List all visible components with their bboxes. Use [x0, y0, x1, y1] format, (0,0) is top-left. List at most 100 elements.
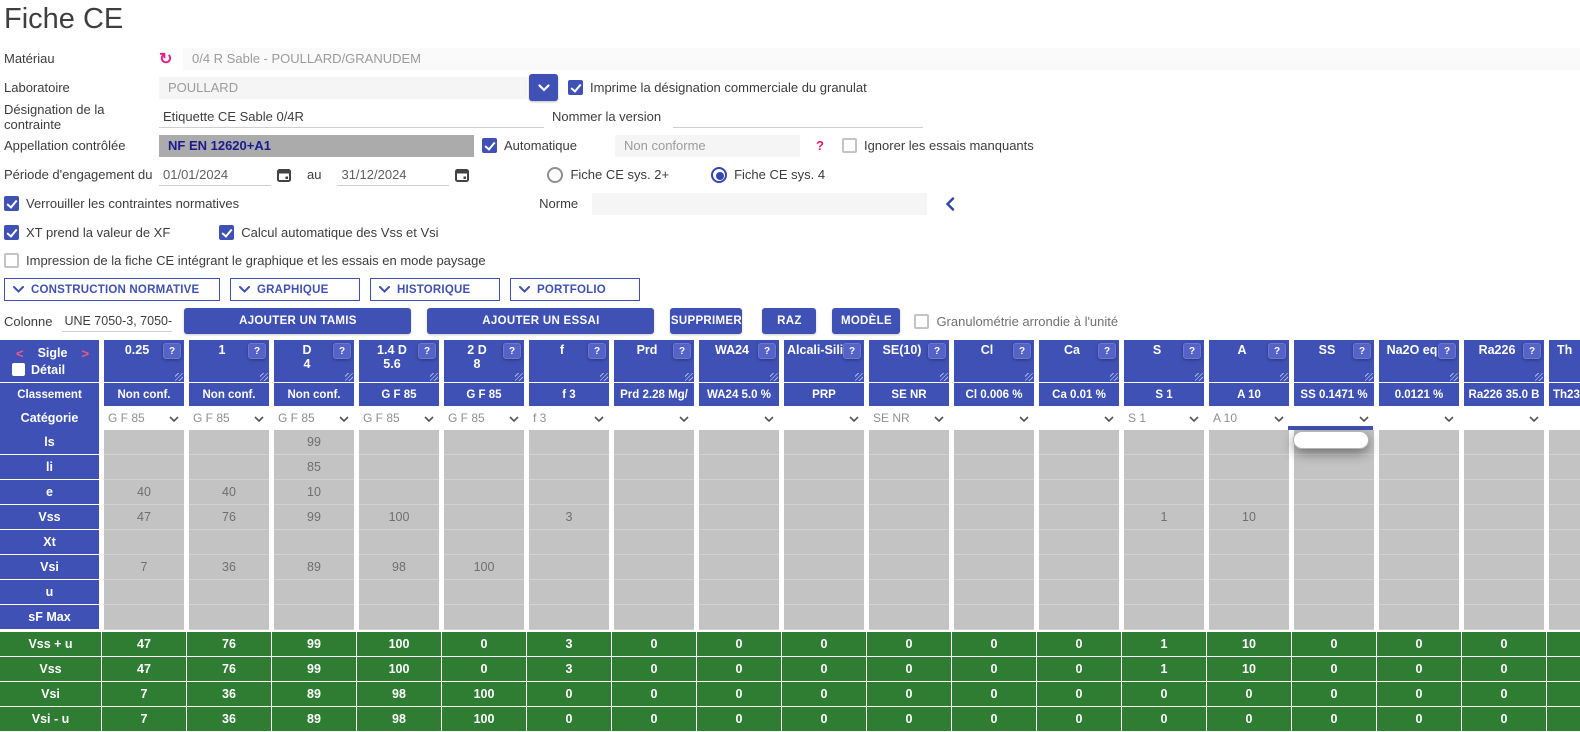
column-help-button[interactable]: ?	[1523, 343, 1541, 359]
categorie-select[interactable]: G F 85	[189, 406, 269, 430]
resize-handle-icon[interactable]	[600, 373, 608, 381]
laboratoire-field[interactable]: POULLARD	[159, 77, 527, 99]
categorie-select[interactable]: G F 85	[444, 406, 524, 430]
value-cell[interactable]	[869, 505, 949, 530]
value-cell[interactable]	[1464, 455, 1544, 480]
appellation-field[interactable]: NF EN 12620+A1	[159, 135, 474, 157]
value-cell[interactable]	[359, 430, 439, 455]
value-cell[interactable]: 47	[104, 505, 184, 530]
value-cell[interactable]	[1379, 480, 1459, 505]
value-cell[interactable]	[359, 580, 439, 605]
value-cell[interactable]	[189, 430, 269, 455]
value-cell[interactable]	[104, 430, 184, 455]
value-cell[interactable]: 1	[1124, 505, 1204, 530]
value-cell[interactable]	[954, 480, 1034, 505]
column-help-button[interactable]: ?	[673, 343, 691, 359]
value-cell[interactable]: 99	[274, 505, 354, 530]
value-cell[interactable]	[1549, 505, 1580, 530]
value-cell[interactable]	[529, 455, 609, 480]
resize-handle-icon[interactable]	[1110, 373, 1118, 381]
value-cell[interactable]	[614, 480, 694, 505]
value-cell[interactable]	[699, 605, 779, 630]
resize-handle-icon[interactable]	[1195, 373, 1203, 381]
value-cell[interactable]	[359, 455, 439, 480]
value-cell[interactable]	[1209, 580, 1289, 605]
granulometrie-arrondie-checkbox[interactable]	[914, 314, 929, 329]
raz-button[interactable]: RAZ	[762, 308, 816, 334]
column-help-button[interactable]: ?	[163, 343, 181, 359]
value-cell[interactable]	[529, 605, 609, 630]
categorie-select[interactable]: G F 85	[274, 406, 354, 430]
value-cell[interactable]	[954, 555, 1034, 580]
value-cell[interactable]	[189, 455, 269, 480]
resize-handle-icon[interactable]	[515, 373, 523, 381]
value-cell[interactable]	[1039, 530, 1119, 555]
value-cell[interactable]	[784, 480, 864, 505]
value-cell[interactable]	[784, 605, 864, 630]
categorie-select[interactable]: G F 85	[104, 406, 184, 430]
categorie-select[interactable]	[1464, 406, 1544, 430]
value-cell[interactable]	[1124, 480, 1204, 505]
categorie-select[interactable]	[1039, 406, 1119, 430]
portfolio-button[interactable]: PORTFOLIO	[510, 278, 640, 301]
resize-handle-icon[interactable]	[685, 373, 693, 381]
impression-checkbox[interactable]	[4, 253, 19, 268]
value-cell[interactable]	[1294, 580, 1374, 605]
value-cell[interactable]	[1209, 605, 1289, 630]
value-cell[interactable]	[699, 480, 779, 505]
value-cell[interactable]	[529, 530, 609, 555]
value-cell[interactable]	[699, 455, 779, 480]
categorie-select[interactable]: G F 85	[359, 406, 439, 430]
calendar-icon[interactable]	[277, 168, 291, 182]
fiche-sys4-radio[interactable]	[711, 167, 727, 183]
value-cell[interactable]	[529, 480, 609, 505]
calendar-icon[interactable]	[455, 168, 469, 182]
value-cell[interactable]	[869, 455, 949, 480]
value-cell[interactable]	[1209, 430, 1289, 455]
value-cell[interactable]: 40	[104, 480, 184, 505]
value-cell[interactable]	[1209, 555, 1289, 580]
value-cell[interactable]	[784, 505, 864, 530]
categorie-select[interactable]: f 3	[529, 406, 609, 430]
value-cell[interactable]	[954, 605, 1034, 630]
categorie-select[interactable]	[699, 406, 779, 430]
laboratoire-dropdown-button[interactable]	[529, 74, 558, 101]
value-cell[interactable]	[1549, 430, 1580, 455]
ignorer-essais-checkbox[interactable]	[842, 138, 857, 153]
column-help-button[interactable]: ?	[843, 343, 861, 359]
column-help-button[interactable]: ?	[418, 343, 436, 359]
resize-handle-icon[interactable]	[260, 373, 268, 381]
value-cell[interactable]	[1464, 530, 1544, 555]
value-cell[interactable]	[1464, 480, 1544, 505]
value-cell[interactable]	[1209, 455, 1289, 480]
categorie-select[interactable]: A 10	[1209, 406, 1289, 430]
value-cell[interactable]: 100	[444, 555, 524, 580]
value-cell[interactable]	[614, 580, 694, 605]
value-cell[interactable]	[1124, 580, 1204, 605]
value-cell[interactable]	[274, 605, 354, 630]
value-cell[interactable]: 99	[274, 430, 354, 455]
column-help-button[interactable]: ?	[1013, 343, 1031, 359]
value-cell[interactable]	[869, 530, 949, 555]
value-cell[interactable]	[1379, 505, 1459, 530]
value-cell[interactable]	[1379, 580, 1459, 605]
historique-button[interactable]: HISTORIQUE	[370, 278, 500, 301]
value-cell[interactable]	[784, 430, 864, 455]
column-help-button[interactable]: ?	[503, 343, 521, 359]
column-help-button[interactable]: ?	[1098, 343, 1116, 359]
value-cell[interactable]	[1124, 530, 1204, 555]
value-cell[interactable]	[614, 555, 694, 580]
value-cell[interactable]	[1379, 605, 1459, 630]
value-cell[interactable]	[869, 430, 949, 455]
value-cell[interactable]	[954, 455, 1034, 480]
ajouter-tamis-button[interactable]: AJOUTER UN TAMIS	[184, 308, 411, 334]
value-cell[interactable]: 3	[529, 505, 609, 530]
column-help-button[interactable]: ?	[1268, 343, 1286, 359]
value-cell[interactable]	[1549, 455, 1580, 480]
value-cell[interactable]	[1209, 530, 1289, 555]
fiche-sys2-radio[interactable]	[547, 167, 563, 183]
column-help-button[interactable]: ?	[333, 343, 351, 359]
value-cell[interactable]	[1294, 505, 1374, 530]
value-cell[interactable]	[444, 430, 524, 455]
value-cell[interactable]	[1294, 455, 1374, 480]
